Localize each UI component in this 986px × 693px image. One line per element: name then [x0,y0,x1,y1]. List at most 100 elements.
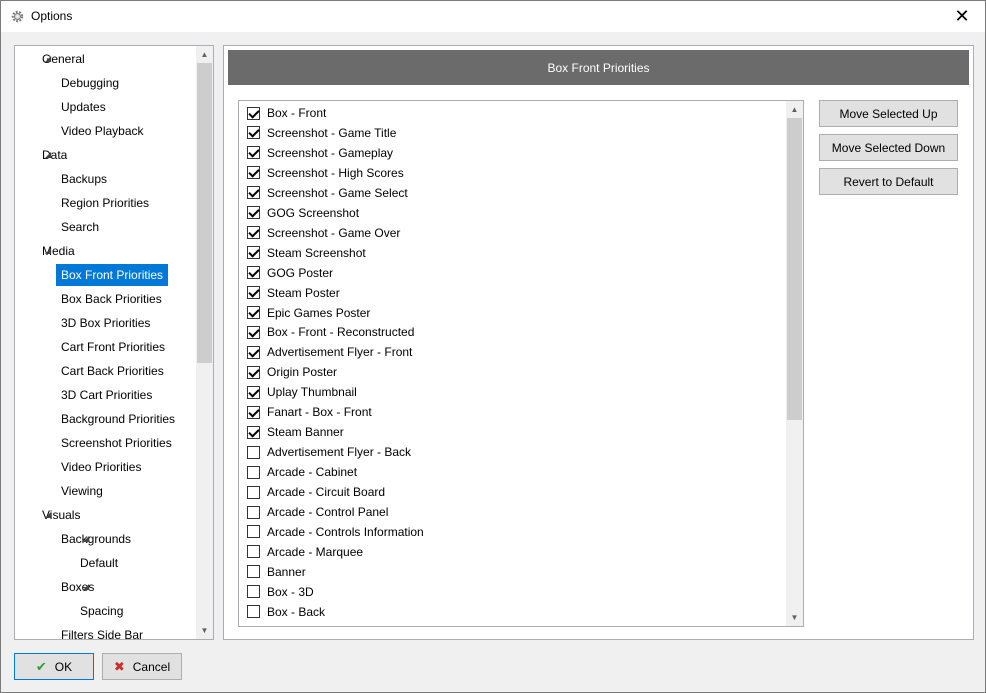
tree-item[interactable]: ◢ Media [37,240,80,262]
list-item[interactable]: Origin Poster [247,362,337,382]
tree-item[interactable]: Debugging [56,72,124,94]
list-item[interactable]: Box - Back [247,602,325,622]
checkbox[interactable] [247,146,260,160]
list-item[interactable]: Arcade - Control Panel [247,502,388,522]
tree-item[interactable]: Background Priorities [56,408,180,430]
tree-item[interactable]: Region Priorities [56,192,154,214]
list-item[interactable]: Steam Banner [247,422,344,442]
expand-arrow-icon[interactable]: ◢ [83,534,93,544]
tree-item[interactable]: Screenshot Priorities [56,432,177,454]
expand-arrow-icon[interactable]: ◢ [83,582,93,592]
list-item[interactable]: Box - 3D [247,582,314,602]
tree-item[interactable]: Cart Back Priorities [56,360,169,382]
expand-arrow-icon[interactable]: ◢ [45,246,55,256]
list-item[interactable]: Screenshot - Game Select [247,183,408,203]
tree-item[interactable]: ◢ Backgrounds [56,528,136,550]
tree-item[interactable]: ◢ General [37,48,90,70]
tree-item[interactable]: Cart Front Priorities [56,336,170,358]
checkbox[interactable] [247,286,260,300]
checkbox[interactable] [247,126,260,140]
checkbox[interactable] [247,525,260,539]
list-scrollbar[interactable]: ▲ ▼ [786,101,803,626]
checkbox[interactable] [247,365,260,379]
tree-item[interactable]: Spacing [75,600,128,622]
list-item[interactable]: Screenshot - Gameplay [247,143,393,163]
revert-to-default-button[interactable]: Revert to Default [819,168,958,195]
tree-item[interactable]: Filters Side Bar [56,624,148,639]
tree-item[interactable]: ◢ Boxes [56,576,99,598]
checkbox[interactable] [247,246,260,260]
tree-item-label: Spacing [80,604,124,618]
checkbox[interactable] [247,226,260,240]
checkbox[interactable] [247,585,260,599]
list-item[interactable]: Advertisement Flyer - Back [247,442,411,462]
checkbox[interactable] [247,106,260,120]
list-item[interactable]: Arcade - Marquee [247,542,363,562]
list-item[interactable]: GOG Poster [247,263,333,283]
list-item[interactable]: Steam Screenshot [247,243,366,263]
list-item-label: Steam Screenshot [267,245,366,260]
list-item[interactable]: Screenshot - High Scores [247,163,404,183]
tree-item[interactable]: Updates [56,96,111,118]
checkbox[interactable] [247,505,260,519]
checkbox[interactable] [247,445,260,459]
tree-item[interactable]: Video Playback [56,120,149,142]
checkbox[interactable] [247,465,260,479]
tree-scrollbar[interactable]: ▲ ▼ [196,46,213,639]
list-item[interactable]: Arcade - Circuit Board [247,482,385,502]
checkbox[interactable] [247,186,260,200]
checkbox[interactable] [247,605,260,619]
scroll-down-icon[interactable]: ▼ [196,622,213,639]
tree-item[interactable]: Viewing [56,480,108,502]
scroll-up-icon[interactable]: ▲ [786,101,803,118]
checkbox[interactable] [247,266,260,280]
tree-item-label: Cart Front Priorities [61,340,166,354]
list-item[interactable]: Arcade - Cabinet [247,462,357,482]
list-item[interactable]: Fanart - Box - Front [247,402,372,422]
tree-item[interactable]: Video Priorities [56,456,146,478]
tree-item[interactable]: ◢ Data [37,144,72,166]
tree-item[interactable]: Box Front Priorities [56,264,169,286]
list-item[interactable]: Screenshot - Game Title [247,123,396,143]
list-scroll-thumb[interactable] [787,118,802,420]
ok-button[interactable]: ✔ OK [14,653,94,680]
checkbox[interactable] [247,306,260,319]
scroll-down-icon[interactable]: ▼ [786,609,803,626]
checkbox[interactable] [247,425,260,439]
list-item[interactable]: Uplay Thumbnail [247,382,357,402]
tree-item[interactable]: Default [75,552,123,574]
expand-arrow-icon[interactable]: ◢ [45,510,55,520]
tree-item[interactable]: Search [56,216,104,238]
tree-item[interactable]: 3D Cart Priorities [56,384,157,406]
list-item[interactable]: GOG Screenshot [247,203,359,223]
checkbox[interactable] [247,485,260,499]
tree-scroll-thumb[interactable] [197,63,212,363]
tree-item[interactable]: Box Back Priorities [56,288,167,310]
cancel-button[interactable]: ✖ Cancel [102,653,182,680]
move-selected-down-button[interactable]: Move Selected Down [819,134,958,161]
checkbox[interactable] [247,565,260,579]
checkbox[interactable] [247,206,260,220]
move-selected-up-button[interactable]: Move Selected Up [819,100,958,127]
checkbox[interactable] [247,325,260,339]
checkbox[interactable] [247,345,260,359]
expand-arrow-icon[interactable]: ◢ [45,54,55,64]
list-item[interactable]: Advertisement Flyer - Front [247,342,412,362]
list-item[interactable]: Box - Front [247,103,326,123]
list-item[interactable]: Banner [247,562,306,582]
list-item[interactable]: Box - Front - Reconstructed [247,322,414,342]
tree-item[interactable]: Backups [56,168,112,190]
scroll-up-icon[interactable]: ▲ [196,46,213,63]
expand-arrow-icon[interactable]: ◢ [45,150,55,160]
list-item[interactable]: Epic Games Poster [247,303,370,323]
list-item[interactable]: Arcade - Controls Information [247,522,424,542]
checkbox[interactable] [247,545,260,559]
list-item[interactable]: Steam Poster [247,283,340,303]
close-icon[interactable]: ✕ [939,1,985,32]
checkbox[interactable] [247,405,260,419]
checkbox[interactable] [247,166,260,180]
list-item[interactable]: Screenshot - Game Over [247,223,400,243]
tree-item[interactable]: 3D Box Priorities [56,312,155,334]
tree-item[interactable]: ◢ Visuals [37,504,85,526]
checkbox[interactable] [247,385,260,399]
